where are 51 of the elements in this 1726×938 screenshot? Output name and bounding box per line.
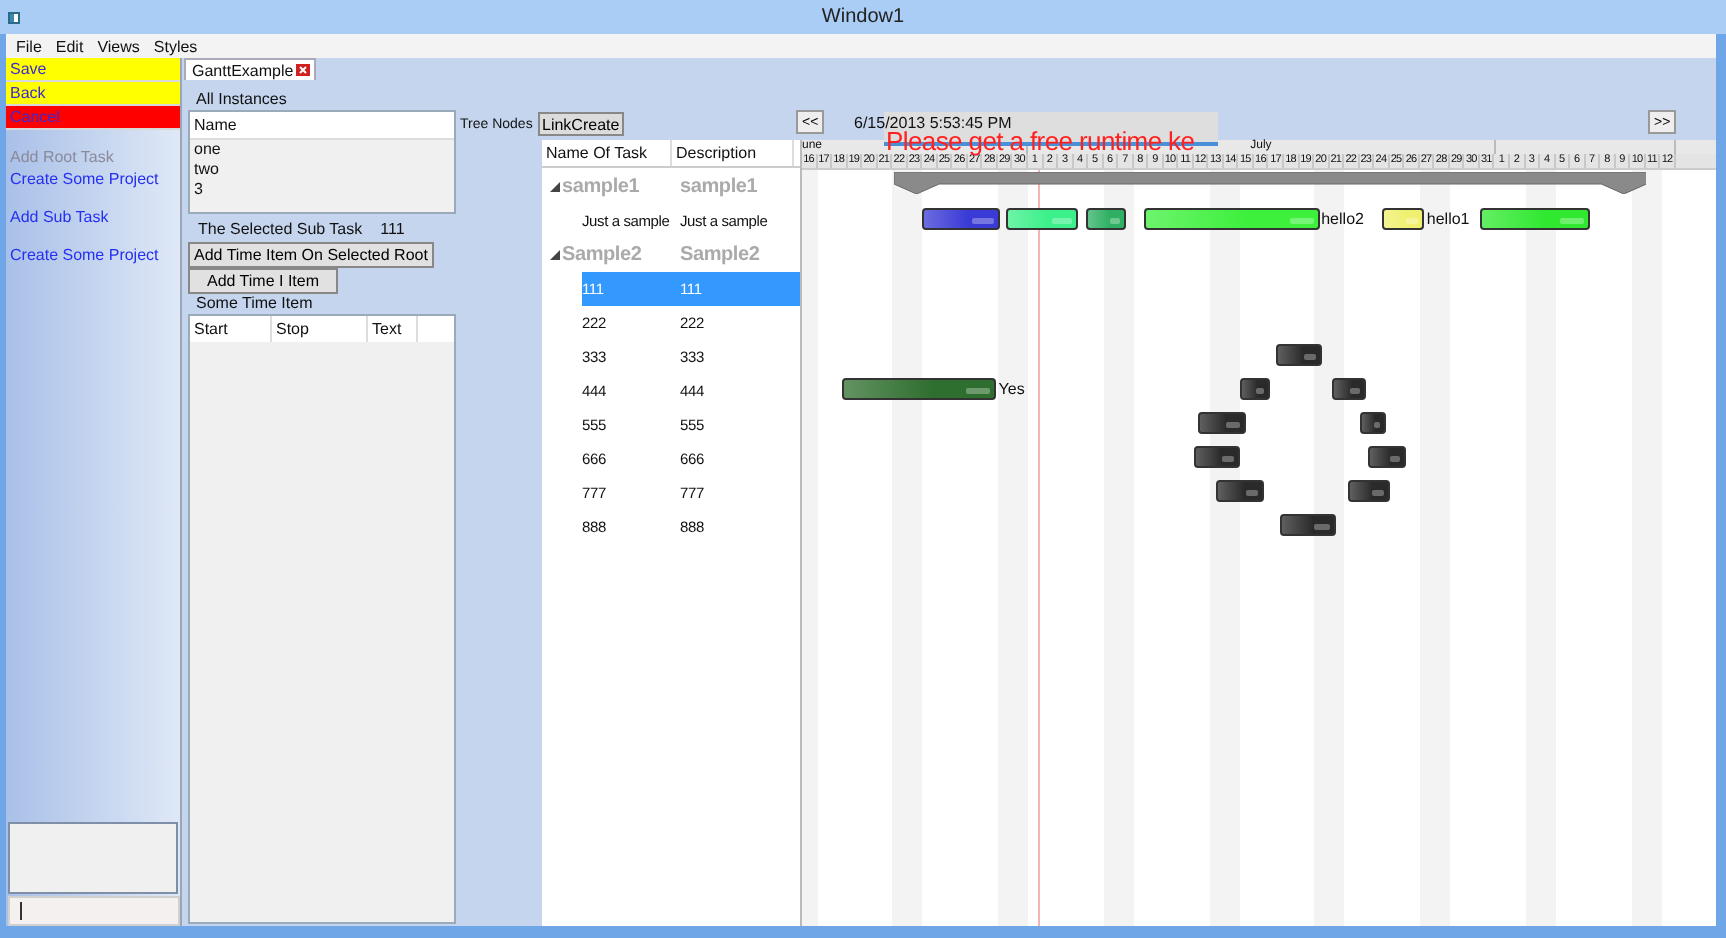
task-bar[interactable] [1381, 208, 1425, 230]
summary-bracket[interactable] [893, 172, 1647, 194]
task-bar[interactable] [1005, 208, 1078, 230]
column-header[interactable]: Description [672, 140, 794, 166]
link-create-button[interactable]: LinkCreate [538, 112, 624, 136]
field-value: 111 [380, 220, 405, 238]
task-bar[interactable] [1347, 480, 1391, 502]
sidebar-link[interactable]: Create Some Project [6, 244, 159, 266]
section-label: All Instances [194, 90, 289, 108]
action-button[interactable]: Add Time I Item [188, 268, 338, 294]
menu-item[interactable]: Views [97, 37, 140, 55]
menu-item[interactable]: Edit [55, 37, 84, 55]
app-icon [8, 11, 20, 23]
field-label: The Selected Sub Task [198, 220, 363, 238]
date-label: 6/15/2013 5:53:45 PM [854, 114, 1012, 132]
sidebar-button[interactable]: Back [6, 82, 180, 106]
task-bar[interactable] [1144, 208, 1320, 230]
bar-label: hello2 [1321, 208, 1364, 230]
task-bar[interactable] [1331, 378, 1366, 400]
task-bar[interactable] [1479, 208, 1591, 230]
column-header[interactable]: Name Of Task [542, 140, 672, 166]
list-item[interactable]: two [190, 160, 454, 180]
column-header[interactable]: Stop [272, 316, 368, 342]
expander-icon[interactable] [550, 250, 560, 260]
menu-item[interactable]: File [16, 37, 42, 55]
section-label: Some Time Item [194, 294, 315, 312]
task-bar[interactable] [1197, 412, 1246, 434]
task-bar[interactable] [1215, 480, 1265, 502]
bar-label: hello1 [1426, 208, 1470, 230]
task-bar[interactable] [1239, 378, 1271, 400]
window-title: Window1 [821, 6, 905, 28]
sidebar-link[interactable]: Create Some Project [6, 168, 159, 190]
action-button[interactable]: Add Time Item On Selected Root [188, 242, 434, 268]
tab[interactable]: GanttExample [184, 58, 316, 80]
text-field[interactable] [8, 896, 180, 926]
column-header[interactable]: Text [368, 316, 418, 342]
task-bar[interactable] [1085, 208, 1127, 230]
bar-label: Yes [998, 378, 1025, 400]
column-header[interactable]: Name [194, 116, 237, 134]
close-icon[interactable] [295, 64, 310, 76]
menu-item[interactable]: Styles [153, 37, 198, 55]
list-item[interactable]: 3 [190, 180, 454, 200]
task-bar[interactable] [1194, 446, 1241, 468]
task-bar[interactable] [1359, 412, 1386, 434]
sidebar-button[interactable]: Save [6, 58, 180, 82]
list-item[interactable]: one [190, 140, 454, 160]
task-bar[interactable] [1275, 344, 1323, 366]
expander-icon[interactable] [550, 182, 560, 192]
column-header[interactable]: Start [190, 316, 272, 342]
task-bar[interactable] [1367, 446, 1406, 468]
sidebar-link[interactable]: Add Sub Task [6, 206, 109, 228]
